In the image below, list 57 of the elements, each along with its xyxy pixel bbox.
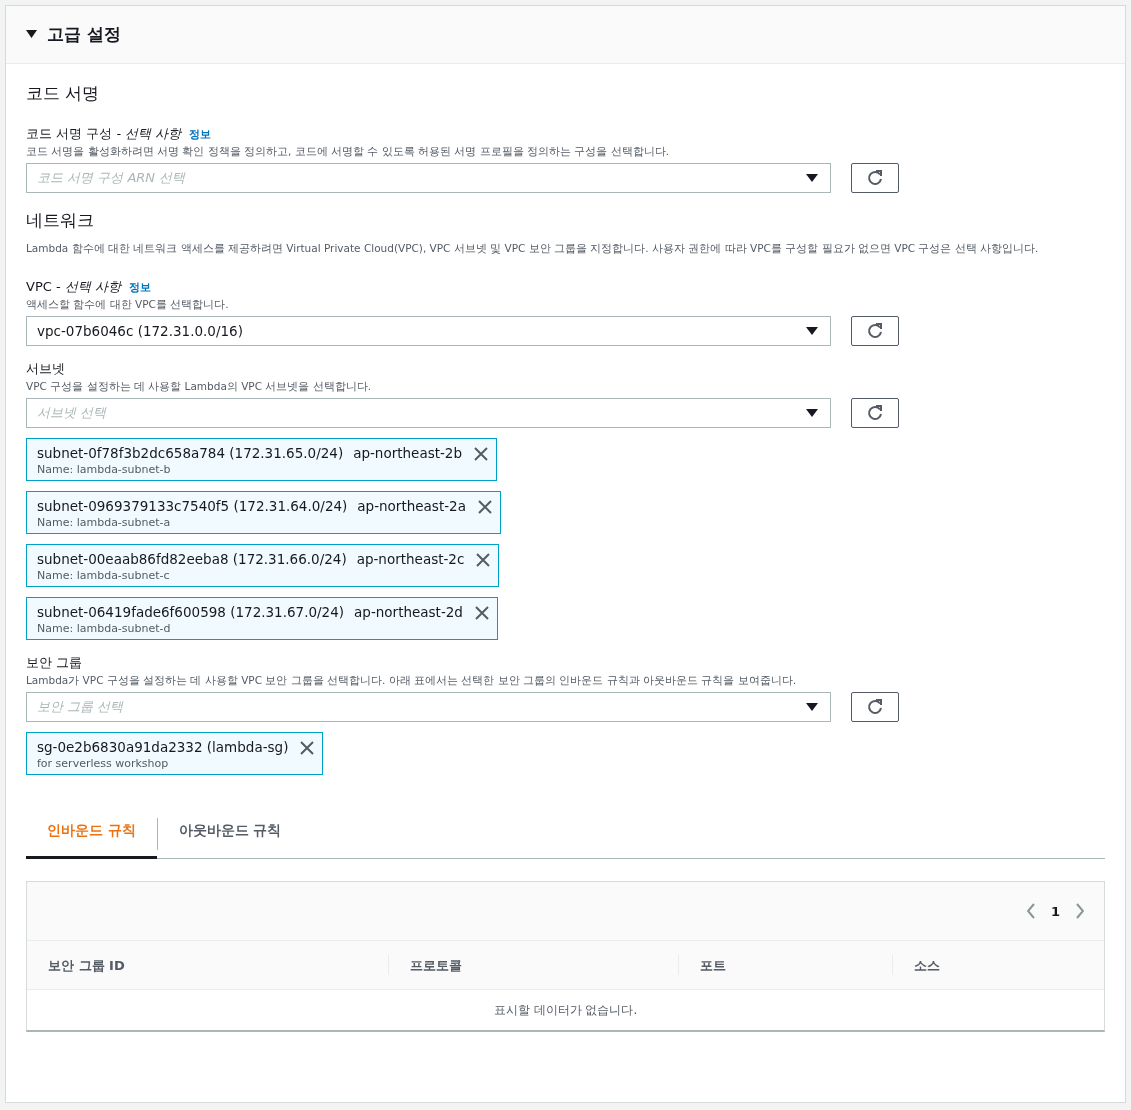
refresh-button[interactable]	[851, 316, 899, 346]
column-header[interactable]: 소스	[914, 958, 940, 973]
previous-page-icon[interactable]	[1026, 903, 1035, 919]
token-tag: ap-northeast-2b	[353, 445, 463, 461]
refresh-icon[interactable]	[867, 405, 883, 421]
field-description: 액세스할 함수에 대한 VPC를 선택합니다.	[26, 298, 230, 312]
section-heading: 네트워크	[26, 209, 95, 232]
dropdown-caret-icon[interactable]	[806, 703, 818, 711]
refresh-icon[interactable]	[867, 170, 883, 186]
column-header[interactable]: 보안 그룹 ID	[48, 958, 125, 973]
token-title: sg-0e2b6830a91da2332 (lambda-sg)	[37, 739, 289, 755]
token-detail: Name: lambda-subnet-d	[37, 622, 172, 635]
refresh-icon[interactable]	[867, 323, 883, 339]
token-tag: ap-northeast-2c	[356, 551, 465, 567]
panel-header[interactable]: 고급 설정	[6, 6, 1125, 64]
remove-icon[interactable]	[476, 553, 491, 567]
dropdown-caret-icon[interactable]	[806, 409, 818, 417]
remove-icon[interactable]	[474, 606, 489, 620]
token-title: subnet-0f78f3b2dc658a784 (172.31.65.0/24)	[37, 445, 344, 461]
token-detail: Name: lambda-subnet-a	[37, 516, 172, 529]
tab[interactable]: 아웃바운드 규칙	[157, 809, 303, 859]
token-detail: for serverless workshop	[37, 757, 170, 770]
empty-message: 표시할 데이터가 없습니다.	[493, 1003, 638, 1017]
remove-icon[interactable]	[477, 500, 492, 514]
next-page-icon[interactable]	[1076, 903, 1084, 919]
caret-icon[interactable]	[26, 29, 37, 40]
field-label: 보안 그룹	[26, 654, 83, 672]
dropdown-caret-icon[interactable]	[806, 174, 818, 182]
token-title: subnet-00eaab86fd82eeba8 (172.31.66.0/24)	[37, 551, 347, 567]
token-title: subnet-0969379133c7540f5 (172.31.64.0/24)	[37, 498, 348, 514]
field-label: 코드 서명 구성 - 선택 사항	[26, 125, 182, 143]
column-header[interactable]: 포트	[700, 958, 726, 973]
token-detail: Name: lambda-subnet-c	[37, 569, 171, 582]
refresh-button[interactable]	[851, 163, 899, 193]
info-link[interactable]: 정보	[128, 280, 151, 295]
field-label: 서브넷	[26, 360, 65, 378]
field-description: VPC 구성을 설정하는 데 사용할 Lambda의 VPC 서브넷을 선택합니다.	[26, 380, 372, 394]
section-description: Lambda 함수에 대한 네트워크 액세스를 제공하려면 Virtual Private Cloud(VPC), VPC 서브넷 및 VPC 보안 그룹을 지정합니다. 사용자 권한에 따라 VPC를 구성할 필요가 없으면 VPC 구성은 선택 사항입니다.	[26, 242, 1040, 256]
field-description: Lambda가 VPC 구성을 설정하는 데 사용할 VPC 보안 그룹을 선택합니다. 아래 표에서는 선택한 보안 그룹의 인바운드 규칙과 아웃바운드 규칙을 보여줍니다.	[26, 674, 798, 688]
remove-icon[interactable]	[300, 741, 315, 755]
refresh-button[interactable]	[851, 692, 899, 722]
token-detail: Name: lambda-subnet-b	[37, 463, 172, 476]
column-header[interactable]: 프로토콜	[410, 958, 462, 973]
refresh-icon[interactable]	[867, 699, 883, 715]
remove-icon[interactable]	[474, 447, 489, 461]
section-heading: 코드 서명	[26, 82, 101, 105]
dropdown-caret-icon[interactable]	[806, 327, 818, 335]
field-label: VPC - 선택 사항	[26, 278, 121, 296]
refresh-button[interactable]	[851, 398, 899, 428]
token-tag: ap-northeast-2a	[357, 498, 466, 514]
panel-title: 고급 설정	[47, 23, 121, 46]
field-description: 코드 서명을 활성화하려면 서명 확인 정책을 정의하고, 코드에 서명할 수 있도록 허용된 서명 프로필을 정의하는 구성을 선택합니다.	[26, 145, 671, 159]
page-number[interactable]: 1	[1050, 903, 1060, 919]
token-tag: ap-northeast-2d	[354, 604, 463, 620]
info-link[interactable]: 정보	[189, 127, 212, 142]
select-field[interactable]: vpc-07b6046c (172.31.0.0/16)	[26, 316, 831, 346]
token-title: subnet-06419fade6f600598 (172.31.67.0/24)	[37, 604, 345, 620]
